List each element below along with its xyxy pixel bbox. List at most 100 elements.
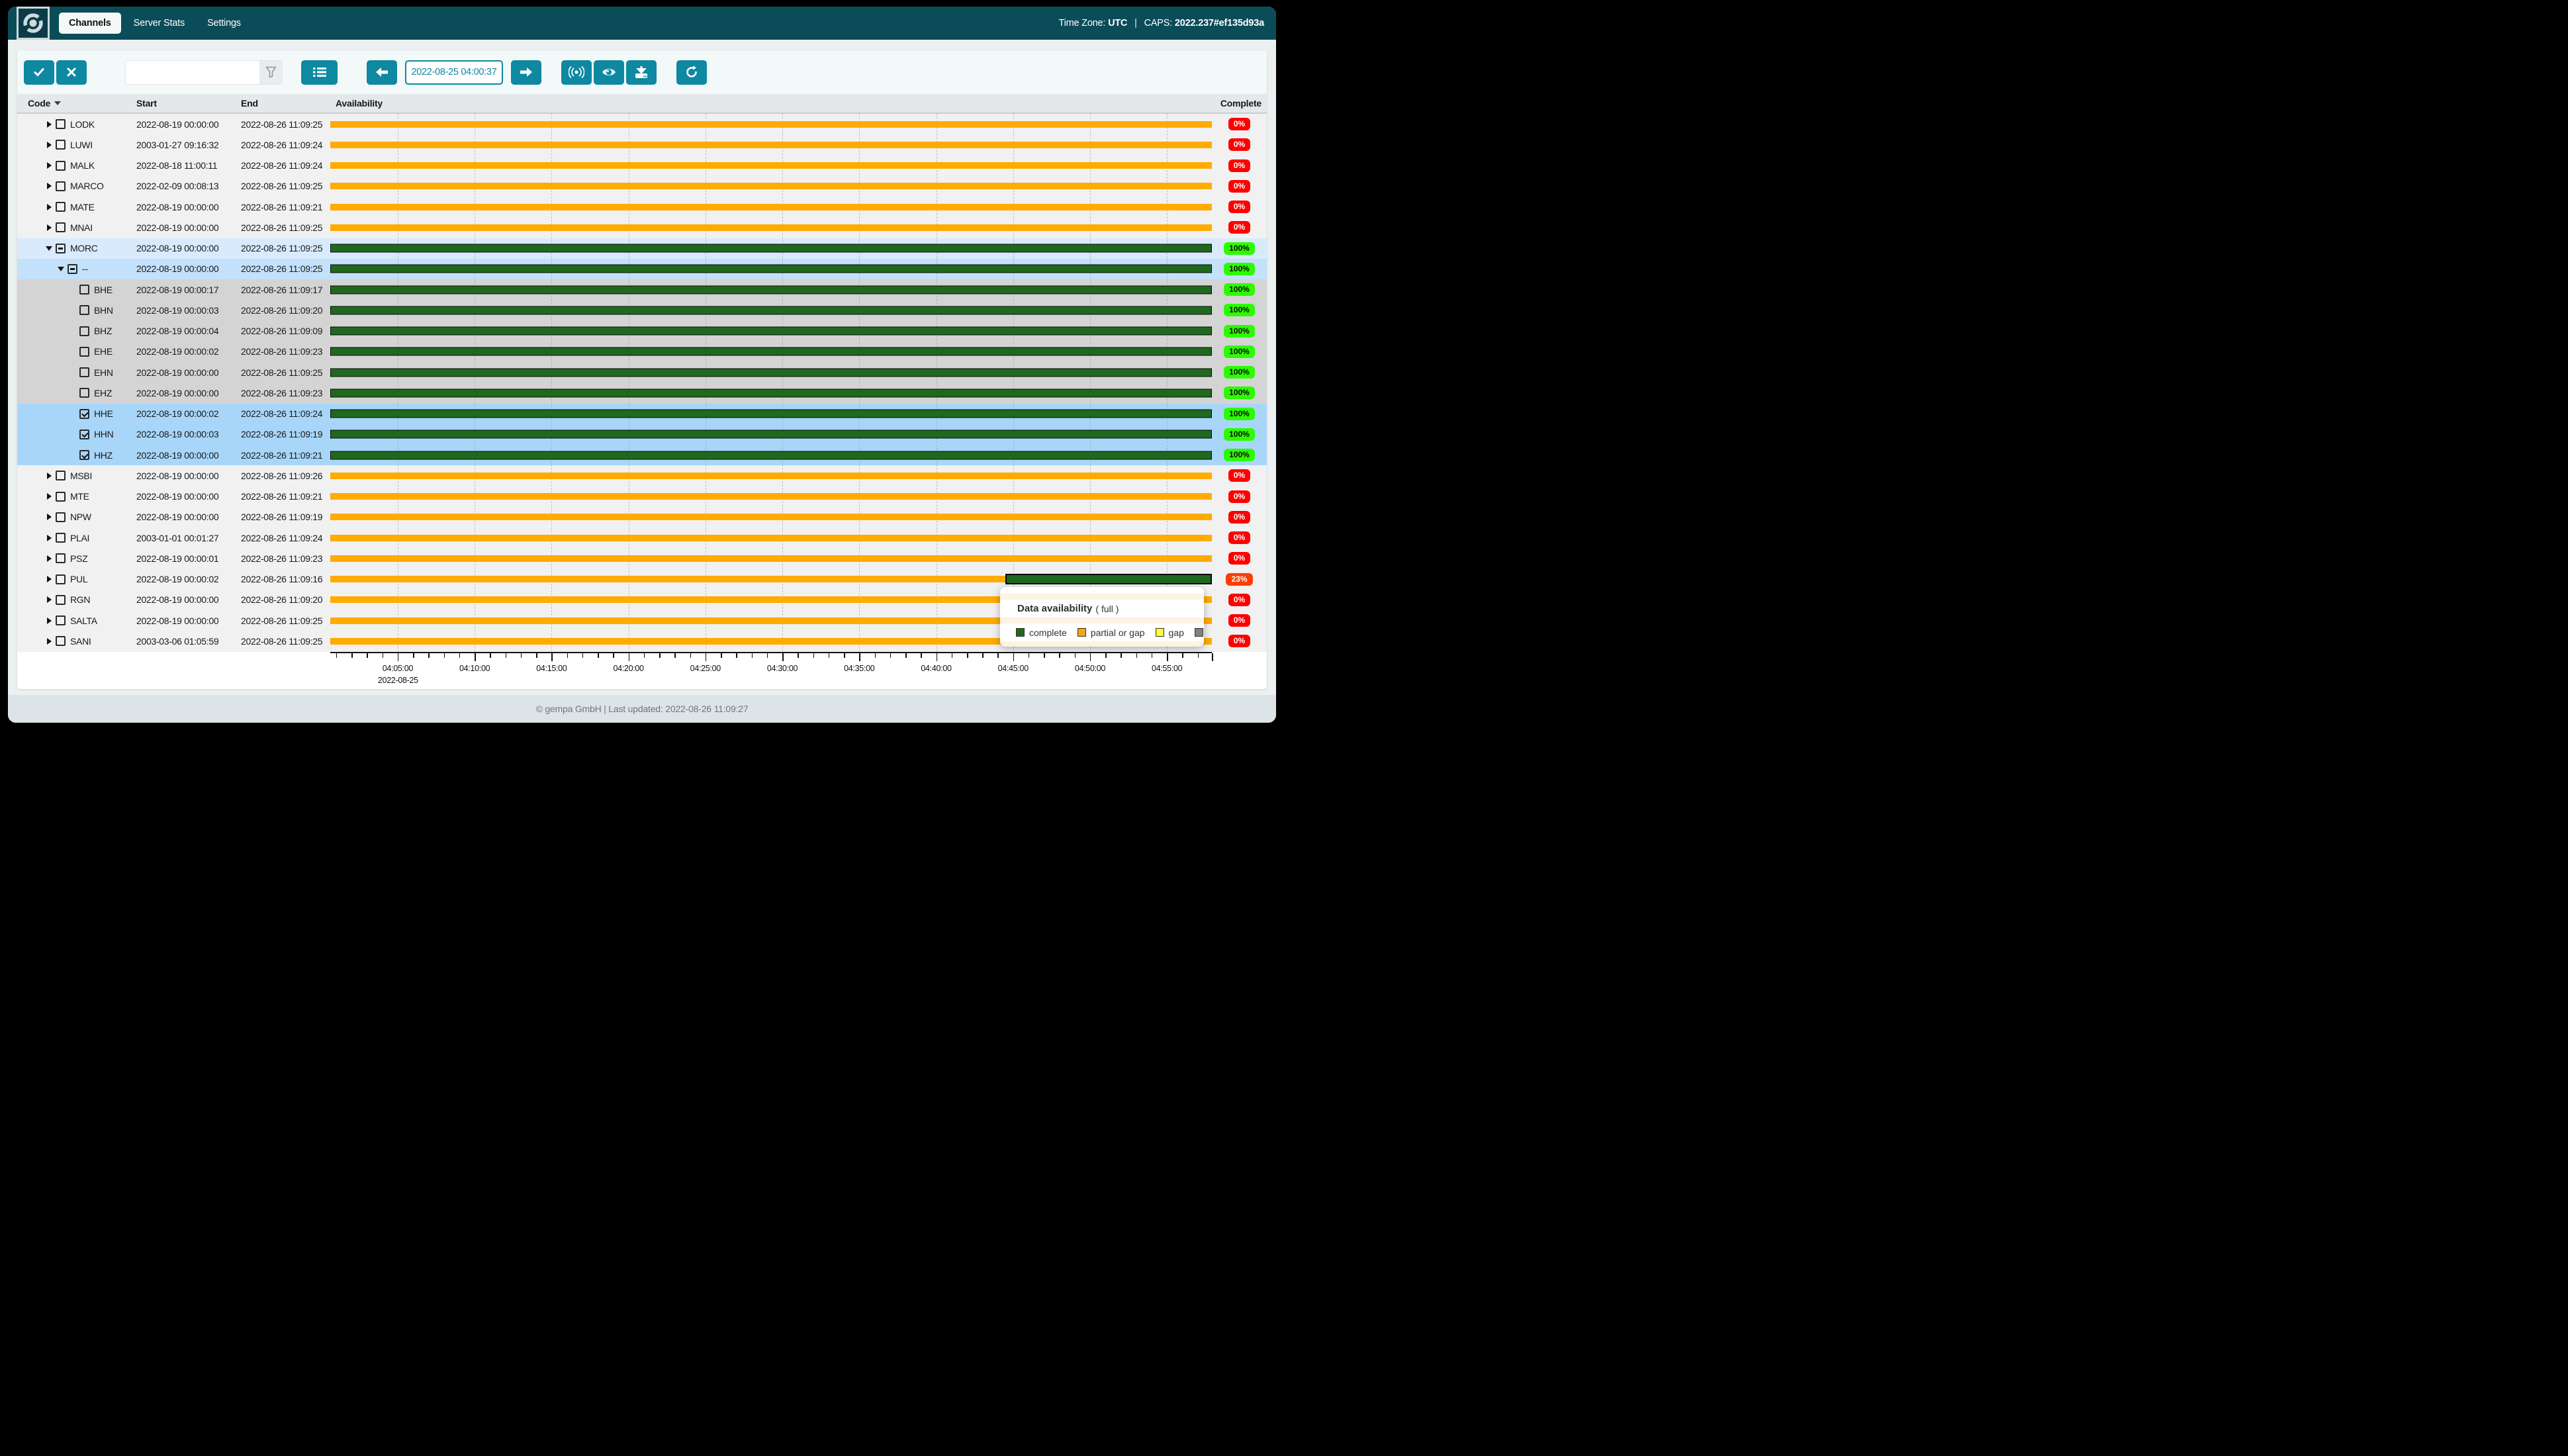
realtime-button[interactable]: [561, 60, 592, 85]
row-checkbox[interactable]: [56, 161, 66, 171]
expand-arrow-icon[interactable]: [45, 617, 53, 624]
availability-segment-complete[interactable]: [330, 388, 1212, 397]
tab-channels[interactable]: Channels: [59, 13, 121, 34]
row-checkbox[interactable]: [56, 615, 66, 625]
clear-selection-button[interactable]: [56, 60, 87, 85]
row-checkbox[interactable]: [56, 222, 66, 232]
complete-badge: 0%: [1228, 635, 1250, 647]
row-checkbox[interactable]: [56, 202, 66, 212]
row-checkbox[interactable]: [79, 305, 89, 315]
expand-arrow-icon[interactable]: [45, 596, 53, 603]
complete-badge: 100%: [1224, 345, 1255, 358]
row-checkbox[interactable]: [68, 264, 77, 274]
row-checkbox[interactable]: [79, 450, 89, 460]
collapse-arrow-icon[interactable]: [57, 267, 65, 271]
time-window-input[interactable]: [405, 60, 503, 85]
availability-segment-complete[interactable]: [330, 327, 1212, 336]
availability-segment-partial[interactable]: [330, 555, 1212, 562]
expand-arrow-icon[interactable]: [45, 576, 53, 582]
row-checkbox[interactable]: [56, 595, 66, 605]
complete-badge: 100%: [1224, 408, 1255, 420]
row-checkbox[interactable]: [56, 636, 66, 646]
column-header-complete[interactable]: Complete: [1212, 98, 1267, 109]
tab-server-stats[interactable]: Server Stats: [124, 13, 195, 34]
expand-arrow-icon[interactable]: [45, 204, 53, 210]
row-checkbox[interactable]: [56, 492, 66, 502]
column-header-end[interactable]: End: [232, 98, 330, 109]
apply-selection-button[interactable]: [24, 60, 54, 85]
expand-arrow-icon[interactable]: [45, 493, 53, 500]
expand-arrow-icon[interactable]: [45, 224, 53, 231]
time-axis: 04:05:002022-08-2504:10:0004:15:0004:20:…: [330, 652, 1212, 689]
row-checkbox[interactable]: [56, 140, 66, 150]
minor-tick: [459, 653, 461, 658]
row-checkbox[interactable]: [79, 430, 89, 439]
availability-segment-partial[interactable]: [330, 142, 1212, 148]
caps-logo[interactable]: [17, 7, 50, 40]
tab-settings[interactable]: Settings: [197, 13, 251, 34]
expand-arrow-icon[interactable]: [45, 162, 53, 169]
expand-arrow-icon[interactable]: [45, 535, 53, 541]
refresh-button[interactable]: [676, 60, 707, 85]
channel-list-button[interactable]: [301, 60, 338, 85]
cell-end: 2022-08-26 11:09:21: [232, 450, 330, 461]
availability-segment-complete[interactable]: [330, 430, 1212, 439]
cell-start: 2022-08-19 00:00:03: [127, 305, 232, 316]
expand-arrow-icon[interactable]: [45, 638, 53, 645]
expand-arrow-icon[interactable]: [45, 121, 53, 128]
availability-segment-partial[interactable]: [330, 183, 1212, 189]
column-header-code[interactable]: Code: [17, 98, 127, 109]
arrow-right-icon: [520, 68, 532, 77]
availability-segment-partial[interactable]: [330, 224, 1212, 231]
row-checkbox[interactable]: [79, 367, 89, 377]
availability-segment-partial[interactable]: [330, 162, 1212, 169]
availability-segment-complete[interactable]: [330, 347, 1212, 356]
row-checkbox[interactable]: [56, 471, 66, 480]
row-checkbox[interactable]: [56, 512, 66, 522]
availability-segment-complete[interactable]: [330, 244, 1212, 253]
time-back-button[interactable]: [367, 60, 397, 85]
filter-suffix[interactable]: [259, 61, 282, 84]
availability-segment-complete[interactable]: [330, 368, 1212, 377]
availability-lane: [330, 279, 1212, 300]
row-checkbox[interactable]: [56, 533, 66, 543]
availability-segment-partial[interactable]: [330, 493, 1212, 500]
expand-arrow-icon[interactable]: [45, 473, 53, 479]
filter-input[interactable]: [126, 61, 259, 84]
availability-segment-complete[interactable]: [330, 265, 1212, 273]
row-checkbox[interactable]: [56, 553, 66, 563]
collapse-arrow-icon[interactable]: [45, 246, 53, 251]
download-button[interactable]: [626, 60, 657, 85]
availability-segment-partial[interactable]: [330, 576, 1005, 582]
availability-segment-complete[interactable]: [330, 306, 1212, 314]
row-checkbox[interactable]: [79, 388, 89, 398]
expand-arrow-icon[interactable]: [45, 183, 53, 189]
availability-segment-partial[interactable]: [330, 121, 1212, 128]
row-checkbox[interactable]: [56, 181, 66, 191]
row-checkbox[interactable]: [56, 119, 66, 129]
view-button[interactable]: [594, 60, 624, 85]
availability-segment-complete[interactable]: [1005, 574, 1212, 584]
availability-segment-complete[interactable]: [330, 410, 1212, 418]
expand-arrow-icon[interactable]: [45, 555, 53, 562]
expand-arrow-icon[interactable]: [45, 142, 53, 148]
row-checkbox[interactable]: [79, 347, 89, 357]
availability-segment-complete[interactable]: [330, 285, 1212, 294]
column-header-start[interactable]: Start: [127, 98, 232, 109]
row-checkbox[interactable]: [79, 326, 89, 336]
row-checkbox[interactable]: [79, 409, 89, 419]
availability-segment-partial[interactable]: [330, 535, 1212, 541]
availability-segment-partial[interactable]: [330, 473, 1212, 479]
availability-segment-complete[interactable]: [330, 451, 1212, 459]
availability-segment-partial[interactable]: [330, 204, 1212, 210]
code-label: BHE: [94, 285, 113, 295]
row-checkbox[interactable]: [79, 285, 89, 295]
minor-tick: [1152, 653, 1153, 658]
row-checkbox[interactable]: [56, 574, 66, 584]
legend-swatch-partial-or-gap: [1078, 628, 1086, 637]
expand-arrow-icon[interactable]: [45, 514, 53, 520]
column-header-availability[interactable]: Availability: [330, 98, 1212, 109]
time-forward-button[interactable]: [511, 60, 541, 85]
row-checkbox[interactable]: [56, 244, 66, 253]
availability-segment-partial[interactable]: [330, 514, 1212, 520]
